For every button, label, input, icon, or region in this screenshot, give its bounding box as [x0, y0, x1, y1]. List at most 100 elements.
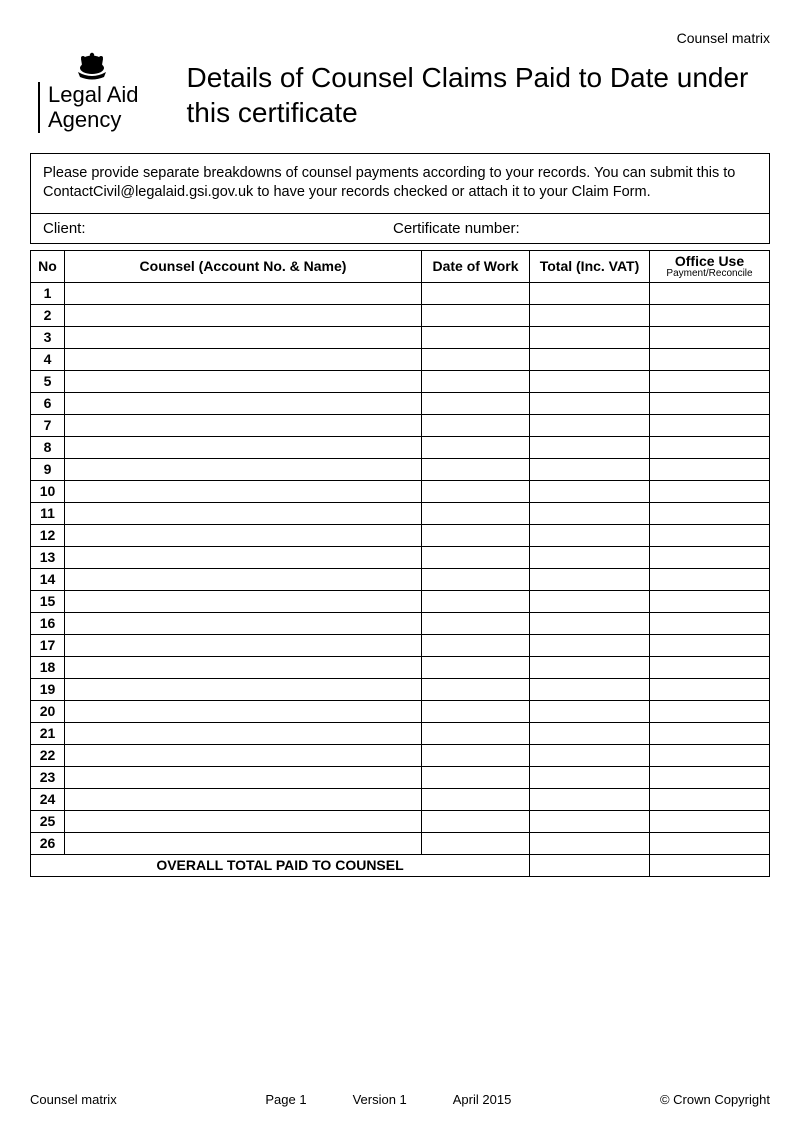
- cell-counsel[interactable]: [65, 480, 422, 502]
- cell-date[interactable]: [422, 480, 530, 502]
- cell-office[interactable]: [650, 480, 770, 502]
- cell-counsel[interactable]: [65, 326, 422, 348]
- cell-date[interactable]: [422, 656, 530, 678]
- cell-office[interactable]: [650, 832, 770, 854]
- cell-counsel[interactable]: [65, 612, 422, 634]
- cell-office[interactable]: [650, 414, 770, 436]
- cell-counsel[interactable]: [65, 678, 422, 700]
- cell-office[interactable]: [650, 458, 770, 480]
- cell-date[interactable]: [422, 546, 530, 568]
- cell-office[interactable]: [650, 722, 770, 744]
- cell-counsel[interactable]: [65, 656, 422, 678]
- cell-total[interactable]: [530, 458, 650, 480]
- cell-total[interactable]: [530, 590, 650, 612]
- cell-counsel[interactable]: [65, 700, 422, 722]
- cell-date[interactable]: [422, 392, 530, 414]
- overall-total-office[interactable]: [650, 854, 770, 876]
- cell-total[interactable]: [530, 612, 650, 634]
- cell-total[interactable]: [530, 634, 650, 656]
- cell-total[interactable]: [530, 722, 650, 744]
- cell-date[interactable]: [422, 788, 530, 810]
- cell-office[interactable]: [650, 282, 770, 304]
- cell-total[interactable]: [530, 282, 650, 304]
- cell-total[interactable]: [530, 436, 650, 458]
- cell-date[interactable]: [422, 524, 530, 546]
- cell-date[interactable]: [422, 766, 530, 788]
- cell-date[interactable]: [422, 722, 530, 744]
- cell-counsel[interactable]: [65, 304, 422, 326]
- cell-office[interactable]: [650, 744, 770, 766]
- cell-counsel[interactable]: [65, 436, 422, 458]
- cell-date[interactable]: [422, 326, 530, 348]
- cell-office[interactable]: [650, 304, 770, 326]
- cell-date[interactable]: [422, 414, 530, 436]
- cell-date[interactable]: [422, 744, 530, 766]
- cell-counsel[interactable]: [65, 590, 422, 612]
- cell-total[interactable]: [530, 788, 650, 810]
- cell-office[interactable]: [650, 392, 770, 414]
- cell-date[interactable]: [422, 304, 530, 326]
- cell-date[interactable]: [422, 810, 530, 832]
- cell-date[interactable]: [422, 700, 530, 722]
- cell-date[interactable]: [422, 458, 530, 480]
- cell-date[interactable]: [422, 282, 530, 304]
- cell-total[interactable]: [530, 326, 650, 348]
- cell-office[interactable]: [650, 656, 770, 678]
- cell-total[interactable]: [530, 348, 650, 370]
- cell-date[interactable]: [422, 832, 530, 854]
- cell-office[interactable]: [650, 700, 770, 722]
- cell-counsel[interactable]: [65, 634, 422, 656]
- cell-total[interactable]: [530, 700, 650, 722]
- cell-counsel[interactable]: [65, 392, 422, 414]
- cell-total[interactable]: [530, 656, 650, 678]
- cell-total[interactable]: [530, 832, 650, 854]
- cell-counsel[interactable]: [65, 502, 422, 524]
- cell-counsel[interactable]: [65, 546, 422, 568]
- cell-total[interactable]: [530, 502, 650, 524]
- cell-date[interactable]: [422, 370, 530, 392]
- cell-office[interactable]: [650, 788, 770, 810]
- cell-date[interactable]: [422, 678, 530, 700]
- cell-counsel[interactable]: [65, 370, 422, 392]
- cell-total[interactable]: [530, 766, 650, 788]
- cell-date[interactable]: [422, 590, 530, 612]
- cell-office[interactable]: [650, 810, 770, 832]
- cell-date[interactable]: [422, 502, 530, 524]
- cell-counsel[interactable]: [65, 788, 422, 810]
- cell-office[interactable]: [650, 546, 770, 568]
- cell-counsel[interactable]: [65, 722, 422, 744]
- cell-counsel[interactable]: [65, 414, 422, 436]
- cell-office[interactable]: [650, 524, 770, 546]
- cell-counsel[interactable]: [65, 810, 422, 832]
- cell-office[interactable]: [650, 634, 770, 656]
- cell-counsel[interactable]: [65, 348, 422, 370]
- cell-office[interactable]: [650, 568, 770, 590]
- cell-counsel[interactable]: [65, 524, 422, 546]
- cell-office[interactable]: [650, 766, 770, 788]
- cell-total[interactable]: [530, 392, 650, 414]
- cell-date[interactable]: [422, 348, 530, 370]
- cell-date[interactable]: [422, 568, 530, 590]
- overall-total-value[interactable]: [530, 854, 650, 876]
- cell-date[interactable]: [422, 612, 530, 634]
- cell-counsel[interactable]: [65, 832, 422, 854]
- cell-total[interactable]: [530, 744, 650, 766]
- cell-counsel[interactable]: [65, 744, 422, 766]
- cell-total[interactable]: [530, 480, 650, 502]
- cell-total[interactable]: [530, 568, 650, 590]
- cell-total[interactable]: [530, 810, 650, 832]
- cell-total[interactable]: [530, 678, 650, 700]
- cell-office[interactable]: [650, 436, 770, 458]
- cell-office[interactable]: [650, 326, 770, 348]
- cell-office[interactable]: [650, 678, 770, 700]
- cell-counsel[interactable]: [65, 568, 422, 590]
- cell-counsel[interactable]: [65, 458, 422, 480]
- cell-date[interactable]: [422, 436, 530, 458]
- cell-office[interactable]: [650, 590, 770, 612]
- cell-office[interactable]: [650, 348, 770, 370]
- cell-office[interactable]: [650, 612, 770, 634]
- cell-office[interactable]: [650, 370, 770, 392]
- cell-date[interactable]: [422, 634, 530, 656]
- cell-total[interactable]: [530, 304, 650, 326]
- cell-total[interactable]: [530, 370, 650, 392]
